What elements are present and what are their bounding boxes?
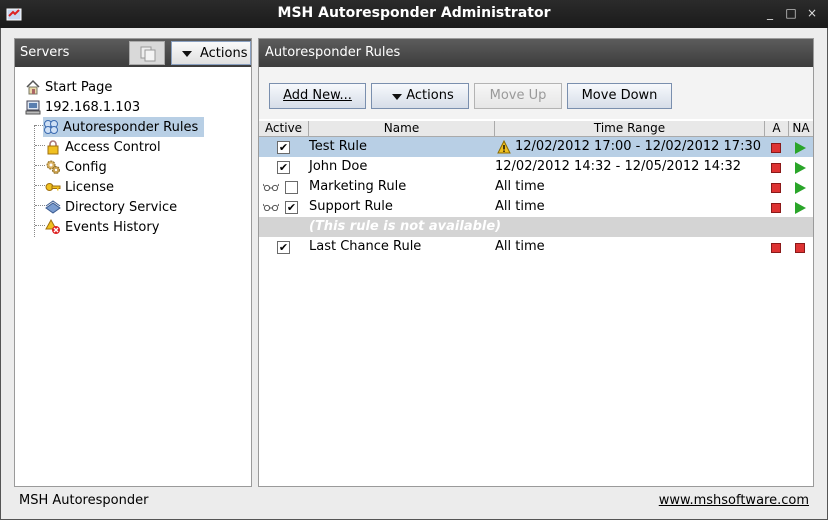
active-checkbox[interactable]: ✔ (277, 141, 290, 154)
servers-actions-button[interactable]: Actions (171, 41, 251, 65)
events-icon (45, 218, 61, 235)
unavailable-rule-text: (This rule is not available) (309, 219, 502, 234)
lock-icon (45, 139, 61, 155)
rules-panel-header: Autoresponder Rules (259, 39, 813, 67)
glasses-icon (263, 183, 279, 191)
website-link[interactable]: www.mshsoftware.com (659, 493, 809, 508)
play-icon[interactable] (795, 162, 806, 174)
servers-panel-title: Servers (20, 45, 70, 60)
stop-icon[interactable] (771, 183, 781, 193)
table-row[interactable]: ✔ Last Chance Rule All time (259, 237, 813, 257)
tree-line (35, 225, 45, 226)
play-icon[interactable] (795, 182, 806, 194)
table-row[interactable]: ✔ Support Rule All time (259, 197, 813, 217)
rule-time-range: All time (495, 179, 545, 194)
stop-icon[interactable] (771, 203, 781, 213)
tree-item-config[interactable]: Config (45, 157, 107, 177)
rule-time-range: All time (495, 239, 545, 254)
tree-line (35, 185, 45, 186)
maximize-button[interactable]: □ (783, 5, 799, 21)
close-button[interactable]: × (804, 5, 820, 21)
rule-time-range: All time (495, 199, 545, 214)
move-up-button[interactable]: Move Up (474, 83, 562, 109)
column-header-time-range[interactable]: Time Range (495, 121, 765, 137)
status-app-name: MSH Autoresponder (19, 493, 149, 508)
table-row[interactable]: ✔ Test Rule 12/02/2012 17:00 - 12/02/201… (259, 137, 813, 157)
rules-icon (43, 119, 59, 135)
rules-panel: Autoresponder Rules Add New... Actions M… (258, 38, 814, 487)
tree-line (35, 165, 45, 166)
gear-icon (45, 159, 61, 175)
rules-actions-button[interactable]: Actions (371, 83, 469, 109)
key-icon (45, 179, 61, 195)
rule-time-range: 12/02/2012 17:00 - 12/02/2012 17:30 (515, 139, 762, 154)
servers-panel-header: Servers Actions (15, 39, 251, 67)
tree-item-license[interactable]: License (45, 177, 114, 197)
move-down-button[interactable]: Move Down (567, 83, 672, 109)
tree-line (34, 125, 35, 237)
title-bar: MSH Autoresponder Administrator _ □ × (0, 0, 828, 28)
copy-icon (140, 46, 156, 62)
active-checkbox[interactable]: ✔ (285, 201, 298, 214)
directory-icon (45, 199, 61, 215)
rule-name: Test Rule (309, 139, 368, 154)
copy-button[interactable] (129, 41, 165, 65)
play-icon[interactable] (795, 202, 806, 214)
table-row[interactable]: Marketing Rule All time (259, 177, 813, 197)
servers-panel: Servers Actions Start Page 192.168.1.103… (14, 38, 252, 487)
active-checkbox[interactable]: ✔ (277, 161, 290, 174)
tree-item-server[interactable]: 192.168.1.103 (25, 97, 140, 117)
rule-name: Support Rule (309, 199, 393, 214)
active-checkbox[interactable] (285, 181, 298, 194)
unavailable-row[interactable]: (This rule is not available) (259, 217, 813, 237)
rules-panel-title: Autoresponder Rules (265, 45, 401, 60)
column-header-a[interactable]: A (765, 121, 789, 137)
tree-item-access-control[interactable]: Access Control (45, 137, 161, 157)
glasses-icon (263, 203, 279, 211)
warning-icon (497, 140, 511, 154)
table-header: Active Name Time Range A NA (259, 121, 813, 137)
column-header-na[interactable]: NA (789, 121, 813, 137)
rule-name: John Doe (309, 159, 368, 174)
computer-icon (25, 99, 41, 115)
active-checkbox[interactable]: ✔ (277, 241, 290, 254)
rule-name: Marketing Rule (309, 179, 407, 194)
tree-item-directory-service[interactable]: Directory Service (45, 197, 177, 217)
home-icon (25, 79, 41, 95)
stop-icon[interactable] (771, 163, 781, 173)
tree-line (35, 145, 45, 146)
tree-item-events-history[interactable]: Events History (45, 217, 159, 237)
stop-icon[interactable] (795, 243, 805, 253)
add-new-button[interactable]: Add New... (269, 83, 366, 109)
tree-item-start-page[interactable]: Start Page (25, 77, 112, 97)
stop-icon[interactable] (771, 243, 781, 253)
tree-item-autoresponder-rules[interactable]: Autoresponder Rules (43, 117, 205, 137)
play-icon[interactable] (795, 142, 806, 154)
dropdown-arrow-icon (392, 94, 402, 100)
stop-icon[interactable] (771, 143, 781, 153)
column-header-name[interactable]: Name (309, 121, 495, 137)
rule-time-range: 12/02/2012 14:32 - 12/05/2012 14:32 (495, 159, 742, 174)
column-header-active[interactable]: Active (259, 121, 309, 137)
rules-toolbar: Add New... Actions Move Up Move Down (259, 67, 813, 119)
minimize-button[interactable]: _ (762, 5, 778, 21)
rule-name: Last Chance Rule (309, 239, 422, 254)
tree-line (35, 205, 45, 206)
table-row[interactable]: ✔ John Doe 12/02/2012 14:32 - 12/05/2012… (259, 157, 813, 177)
dropdown-arrow-icon (182, 51, 192, 57)
window-title: MSH Autoresponder Administrator (277, 5, 551, 21)
